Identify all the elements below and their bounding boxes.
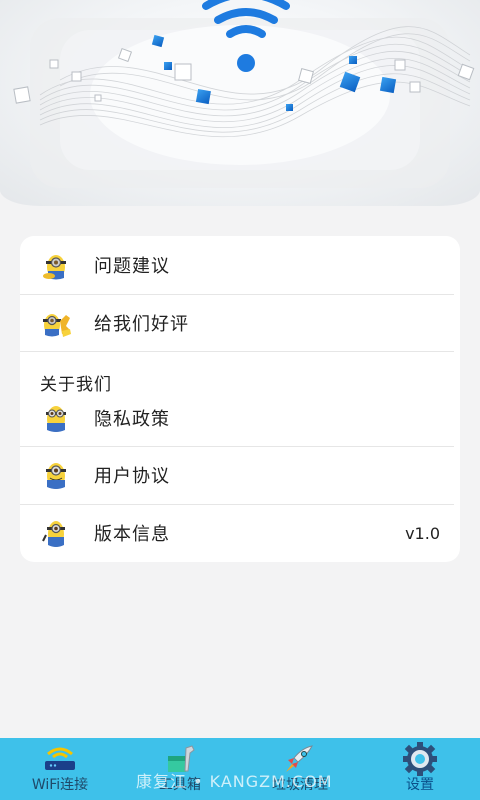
menu-item-label: 隐私政策 bbox=[94, 409, 170, 430]
menu-item-version-info[interactable]: 版本信息 v1.0 bbox=[20, 504, 460, 562]
tab-label: WiFi连接 bbox=[31, 777, 89, 793]
header-banner bbox=[0, 0, 480, 206]
minion-icon bbox=[46, 463, 66, 489]
divider bbox=[20, 351, 454, 352]
minion-icon bbox=[42, 521, 65, 547]
version-value: v1.0 bbox=[405, 523, 440, 543]
tab-settings[interactable]: 设置 bbox=[360, 738, 480, 800]
menu-item-user-agreement[interactable]: 用户协议 bbox=[20, 446, 460, 504]
menu-item-feedback[interactable]: 问题建议 bbox=[20, 236, 460, 294]
minion-thumbs-icon bbox=[43, 314, 71, 337]
settings-card: 问题建议 给我们好评 关于我们 隐私政策 用户协议 版本信息 v1.0 bbox=[20, 236, 460, 562]
menu-item-label: 给我们好评 bbox=[94, 314, 189, 335]
tab-label: 设置 bbox=[406, 777, 434, 793]
menu-item-privacy-policy[interactable]: 隐私政策 bbox=[20, 389, 460, 447]
wifi-illustration bbox=[13, 0, 475, 188]
menu-item-label: 版本信息 bbox=[94, 524, 170, 545]
minion-icon bbox=[46, 406, 66, 432]
watermark-text: 康复江 • KANGZM.COM bbox=[136, 772, 333, 791]
wifi-router-icon bbox=[45, 747, 75, 770]
menu-item-label: 问题建议 bbox=[94, 256, 170, 277]
minion-icon bbox=[43, 255, 66, 280]
gear-icon bbox=[403, 742, 437, 776]
menu-item-rate-us[interactable]: 给我们好评 bbox=[20, 294, 460, 352]
tab-wifi-connect[interactable]: WiFi连接 bbox=[0, 738, 120, 800]
menu-item-label: 用户协议 bbox=[94, 466, 170, 487]
